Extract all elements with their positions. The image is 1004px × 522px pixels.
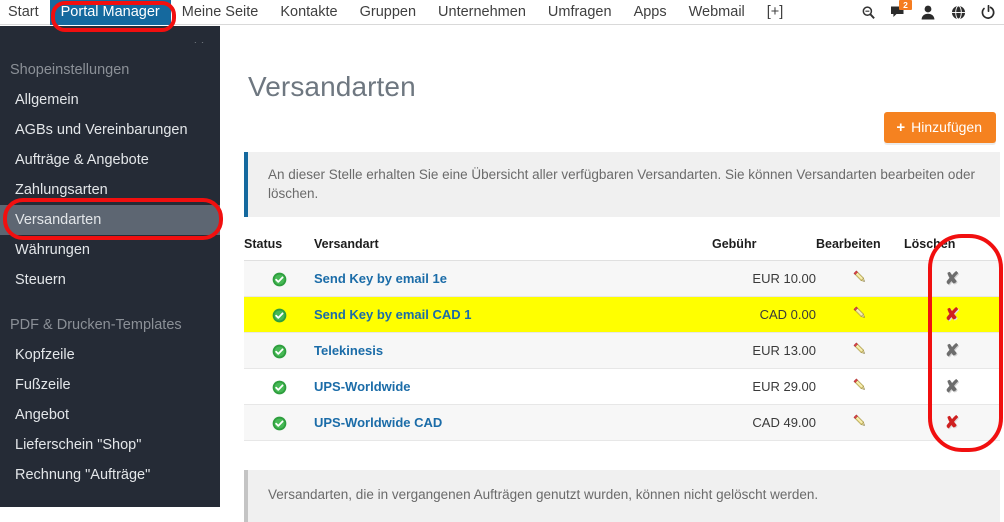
nav-item-meine-seite[interactable]: Meine Seite xyxy=(171,0,270,25)
table-row[interactable]: UPS-Worldwide CAD CAD 49.00 ✘ xyxy=(244,404,1000,441)
sidebar-item-auftr-ge-angebote[interactable]: Aufträge & Angebote xyxy=(0,145,220,175)
user-icon[interactable] xyxy=(920,3,936,21)
sidebar-item-allgemein[interactable]: Allgemein xyxy=(0,85,220,115)
sidebar-item-zahlungsarten[interactable]: Zahlungsarten xyxy=(0,175,220,205)
table-head: Status Versandart Gebühr Bearbeiten Lösc… xyxy=(244,231,1000,261)
shop-settings-sidebar: ✕ ShopeinstellungenAllgemeinAGBs und Ver… xyxy=(0,26,220,507)
cell-bearbeiten xyxy=(816,404,904,441)
power-icon[interactable] xyxy=(980,3,996,21)
nav-dropdown-stub xyxy=(0,26,220,42)
pencil-icon[interactable] xyxy=(852,341,869,361)
messages-icon[interactable]: 2 xyxy=(890,0,912,21)
cell-status xyxy=(244,260,314,297)
delete-x-icon[interactable]: ✘ xyxy=(945,306,959,323)
top-nav-items: Start Portal Manager Meine Seite Kontakte Gr… xyxy=(0,0,794,25)
cell-versandart-name[interactable]: Send Key by email CAD 1 xyxy=(314,296,712,333)
cell-loeschen: ✘ xyxy=(904,296,1000,333)
cell-versandart-name[interactable]: Send Key by email 1e xyxy=(314,260,712,297)
sidebar-item-w-hrungen[interactable]: Währungen xyxy=(0,235,220,265)
cell-bearbeiten xyxy=(816,260,904,297)
cell-status xyxy=(244,368,314,405)
column-header-versandart: Versandart xyxy=(314,231,712,261)
globe-icon[interactable] xyxy=(950,3,966,21)
sidebar-item-angebot[interactable]: Angebot xyxy=(0,400,220,430)
cell-loeschen: ✘ xyxy=(904,368,1000,405)
table-header-row: Status Versandart Gebühr Bearbeiten Lösc… xyxy=(244,231,1000,261)
column-header-status: Status xyxy=(244,231,314,261)
nav-item-[interactable]: [+] xyxy=(756,0,795,25)
shipping-methods-table: Status Versandart Gebühr Bearbeiten Lösc… xyxy=(244,231,1000,441)
cell-gebuehr: CAD 0.00 xyxy=(712,296,816,333)
top-navigation-bar: Start Portal Manager Meine Seite Kontakte Gr… xyxy=(0,0,1004,25)
status-active-icon xyxy=(272,272,287,287)
nav-item-umfragen[interactable]: Umfragen xyxy=(537,0,623,25)
delete-x-icon[interactable]: ✘ xyxy=(945,342,959,359)
cell-loeschen: ✘ xyxy=(904,332,1000,369)
cell-status xyxy=(244,332,314,369)
search-icon[interactable] xyxy=(860,3,876,21)
cell-gebuehr: EUR 29.00 xyxy=(712,368,816,405)
sidebar-content: Shopeinstellungen Allgemein AGBs und Verei… xyxy=(0,56,220,490)
sidebar-item-kopfzeile[interactable]: Kopfzeile xyxy=(0,340,220,370)
top-nav-icon-group: 2 xyxy=(860,0,1004,25)
cell-gebuehr: EUR 10.00 xyxy=(712,260,816,297)
cell-status xyxy=(244,404,314,441)
info-box-top: An dieser Stelle erhalten Sie eine Übers… xyxy=(244,152,1000,217)
add-button[interactable]: + Hinzufügen xyxy=(884,112,996,143)
cell-loeschen: ✘ xyxy=(904,260,1000,297)
cell-versandart-name[interactable]: UPS-Worldwide CAD xyxy=(314,404,712,441)
status-active-icon xyxy=(272,344,287,359)
page-title: Versandarten xyxy=(248,70,416,102)
info-box-bottom: Versandarten, die in vergangenen Aufträg… xyxy=(244,470,1000,522)
main-content-area: Versandarten + Hinzufügen An dieser Stel… xyxy=(220,26,1004,522)
sidebar-item-versandarten[interactable]: Versandarten xyxy=(0,205,220,235)
status-active-icon xyxy=(272,416,287,431)
cell-gebuehr: CAD 49.00 xyxy=(712,404,816,441)
cell-status xyxy=(244,296,314,333)
status-active-icon xyxy=(272,380,287,395)
status-active-icon xyxy=(272,308,287,323)
table-row[interactable]: UPS-Worldwide EUR 29.00 ✘ xyxy=(244,368,1000,405)
column-header-bearbeiten: Bearbeiten xyxy=(816,231,904,261)
pencil-icon[interactable] xyxy=(852,269,869,289)
nav-item-kontakte[interactable]: Kontakte xyxy=(269,0,348,25)
pencil-icon[interactable] xyxy=(852,377,869,397)
sidebar-item-steuern[interactable]: Steuern xyxy=(0,265,220,295)
cell-gebuehr: EUR 13.00 xyxy=(712,332,816,369)
column-header-gebuehr: Gebühr xyxy=(712,231,816,261)
cell-loeschen: ✘ xyxy=(904,404,1000,441)
delete-x-icon[interactable]: ✘ xyxy=(945,378,959,395)
pencil-icon[interactable] xyxy=(852,305,869,325)
delete-x-icon[interactable]: ✘ xyxy=(945,270,959,287)
table-body: Send Key by email 1e EUR 10.00 ✘ Send Key b… xyxy=(244,260,1000,441)
nav-item-apps[interactable]: Apps xyxy=(623,0,678,25)
pencil-icon[interactable] xyxy=(852,413,869,433)
cell-bearbeiten xyxy=(816,368,904,405)
sidebar-group-title-1: Shopeinstellungen xyxy=(10,62,130,78)
nav-item-webmail[interactable]: Webmail xyxy=(678,0,756,25)
table-row[interactable]: Send Key by email 1e EUR 10.00 ✘ xyxy=(244,260,1000,297)
nav-item-unternehmen[interactable]: Unternehmen xyxy=(427,0,537,25)
nav-item-gruppen[interactable]: Gruppen xyxy=(349,0,427,25)
nav-item-portal-manager[interactable]: Portal Manager xyxy=(49,0,171,25)
cell-versandart-name[interactable]: Telekinesis xyxy=(314,332,712,369)
delete-x-icon[interactable]: ✘ xyxy=(945,414,959,431)
plus-icon: + xyxy=(896,118,906,136)
cell-bearbeiten xyxy=(816,296,904,333)
sidebar-group-title-2: PDF & Drucken-Templates xyxy=(10,317,182,333)
shipping-methods-table-wrapper: Status Versandart Gebühr Bearbeiten Lösc… xyxy=(244,231,1000,441)
sidebar-item-fu-zeile[interactable]: Fußzeile xyxy=(0,370,220,400)
table-row[interactable]: Send Key by email CAD 1 CAD 0.00 ✘ xyxy=(244,296,1000,333)
cell-bearbeiten xyxy=(816,332,904,369)
sidebar-item-lieferschein-shop[interactable]: Lieferschein "Shop" xyxy=(0,430,220,460)
table-row[interactable]: Telekinesis EUR 13.00 ✘ xyxy=(244,332,1000,369)
add-button-label: Hinzufügen xyxy=(911,119,982,135)
column-header-loeschen: Löschen xyxy=(904,231,1000,261)
nav-item-start[interactable]: Start xyxy=(0,0,50,25)
messages-badge: 2 xyxy=(899,0,912,10)
sidebar-item-rechnung-auftr-ge[interactable]: Rechnung "Aufträge" xyxy=(0,460,220,490)
sidebar-item-agbs-und-vereinbarungen[interactable]: AGBs und Vereinbarungen xyxy=(0,115,220,145)
cell-versandart-name[interactable]: UPS-Worldwide xyxy=(314,368,712,405)
